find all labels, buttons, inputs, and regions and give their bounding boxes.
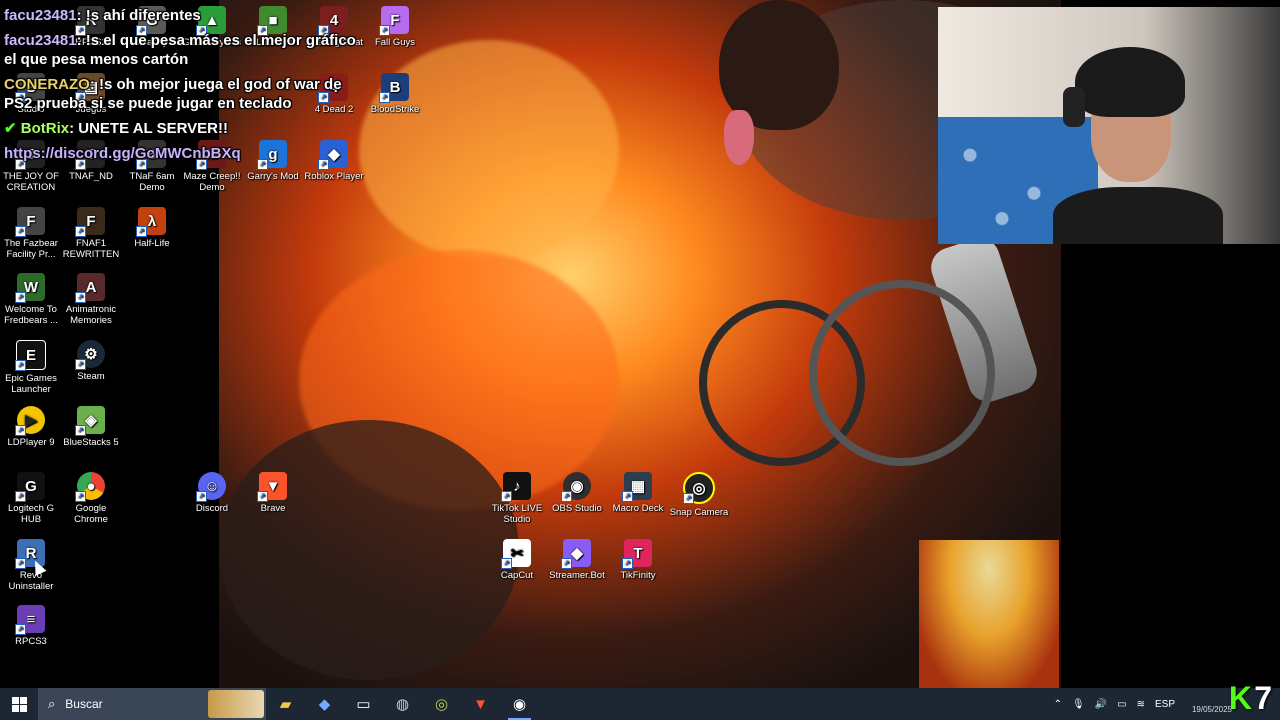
obs-icon: ◉ ↗ — [561, 472, 591, 502]
chat-message: facu23481: !s el que pesa más es el mejo… — [4, 32, 356, 68]
character-tongue — [724, 110, 754, 165]
desktop-icon-brave[interactable]: ▼ ↗ Brave — [242, 472, 304, 514]
taskbar-brave[interactable]: ▼ — [461, 688, 500, 720]
desktop-icon-rpcs3[interactable]: ≡ ↗ RPCS3 — [0, 605, 62, 647]
desktop-icon-tiktok-live[interactable]: ♪ ↗ TikTok LIVE Studio — [486, 472, 548, 525]
windows-icon — [11, 696, 27, 712]
desktop-icon-epic-games[interactable]: E ↗ Epic Games Launcher — [0, 340, 62, 395]
search-highlight-image — [208, 690, 264, 718]
taskbar-file-explorer[interactable]: ▰ — [266, 688, 305, 720]
fall-guys-icon: F ↗ — [379, 6, 409, 36]
desktop-icon-snap-camera[interactable]: ◎ ↗ Snap Camera — [668, 472, 730, 518]
taskbar: ⌕ Buscar ▰ ◆ ▭ ◍ ◎ ▼ ◉ ⌃ 🎙 🔊 ▭ ≋ ESP 19/… — [0, 680, 1280, 720]
desktop-icon-fazbear[interactable]: F ↗ The Fazbear Facility Pr... — [0, 207, 62, 260]
chevron-up-icon[interactable]: ⌃ — [1049, 699, 1067, 710]
fredbears-icon: W ↗ — [15, 273, 45, 303]
circle-icon: ◎ — [434, 696, 449, 713]
desktop-icon-streamer-bot[interactable]: ◆ ↗ Streamer.Bot — [546, 539, 608, 581]
taskbar-app-2[interactable]: ◍ — [383, 688, 422, 720]
desktop-icon-fnaf1[interactable]: F ↗ FNAF1 REWRITTEN — [60, 207, 122, 260]
fazbear-icon: F ↗ — [15, 207, 45, 237]
stream-chat-overlay: facu23481: !s ahí diferentes facu23481: … — [4, 6, 364, 169]
desktop-icon-tikfinity[interactable]: T ↗ TikFinity — [607, 539, 669, 581]
chat-link[interactable]: https://discord.gg/GcMWCnbBXq — [4, 144, 364, 163]
shield-icon: ◍ — [395, 696, 410, 713]
steam-icon: ⚙ ↗ — [75, 340, 105, 370]
macro-deck-icon: ▦ ↗ — [622, 472, 652, 502]
bot-badge-icon: ✔ — [4, 120, 21, 137]
discord-icon: ☺ ↗ — [196, 472, 226, 502]
microphone-icon[interactable]: 🎙 — [1067, 699, 1090, 710]
desktop-icon-obs[interactable]: ◉ ↗ OBS Studio — [546, 472, 608, 514]
streamer-bot-icon: ◆ — [318, 696, 331, 713]
tiktok-icon: ♪ ↗ — [501, 472, 531, 502]
overlay-number: 7 — [1254, 680, 1272, 716]
clock-date[interactable]: 19/05/2025 — [1192, 705, 1232, 714]
desktop-icon-capcut[interactable]: ✂ ↗ CapCut — [486, 539, 548, 581]
half-life-icon: λ ↗ — [136, 207, 166, 237]
logitech-icon: G ↗ — [15, 472, 45, 502]
bluestacks-icon: ◈ ↗ — [75, 406, 105, 436]
webcam-overlay — [938, 7, 1280, 244]
streamer-bot-icon: ◆ ↗ — [561, 539, 591, 569]
network-icon[interactable]: ▭ — [1112, 699, 1131, 710]
wifi-icon[interactable]: ≋ — [1132, 699, 1150, 710]
epic-games-icon: E ↗ — [15, 340, 46, 371]
bloodstrike-icon: B ↗ — [379, 73, 409, 103]
chrome-icon: ● ↗ — [75, 472, 105, 502]
desktop-icon-bluestacks[interactable]: ◈ ↗ BlueStacks 5 — [60, 406, 122, 448]
language-indicator[interactable]: ESP — [1150, 699, 1180, 710]
taskbar-streamer-bot[interactable]: ◆ — [305, 688, 344, 720]
desktop-icon-welcome-fredbears[interactable]: W ↗ Welcome To Fredbears ... — [0, 273, 62, 326]
folder-icon: ▰ — [279, 696, 292, 713]
rocket-flame — [919, 540, 1059, 688]
desktop-icon-discord[interactable]: ☺ ↗ Discord — [181, 472, 243, 514]
rpcs3-icon: ≡ ↗ — [15, 605, 45, 635]
taskbar-obs[interactable]: ◉ — [500, 688, 539, 720]
taskbar-app[interactable]: ▭ — [344, 688, 383, 720]
animatronic-icon: A ↗ — [75, 273, 105, 303]
brave-icon: ▼ ↗ — [257, 472, 287, 502]
obs-icon: ◉ — [512, 696, 527, 713]
ldplayer-icon: ▶ ↗ — [15, 406, 45, 436]
headset-icon — [1063, 87, 1085, 127]
tikfinity-icon: T ↗ — [622, 539, 652, 569]
desktop-icon-animatronic-memories[interactable]: A ↗ Animatronic Memories — [60, 273, 122, 326]
chat-message: CONERAZO: !s oh mejor juega el god of wa… — [4, 76, 342, 112]
chat-message: facu23481: !s ahí diferentes — [4, 7, 201, 24]
desktop-icon-chrome[interactable]: ● ↗ Google Chrome — [60, 472, 122, 525]
desktop-icon-macro-deck[interactable]: ▦ ↗ Macro Deck — [607, 472, 669, 514]
kick-logo: K — [1228, 680, 1252, 716]
streamer-person — [1053, 47, 1223, 244]
chat-message: ✔ BotRix: UNETE AL SERVER!! — [4, 120, 228, 137]
capcut-icon: ✂ ↗ — [501, 539, 531, 569]
volume-icon[interactable]: 🔊 — [1090, 699, 1112, 710]
desktop-icon-fall-guys[interactable]: F ↗ Fall Guys — [364, 6, 426, 48]
search-box[interactable]: ⌕ Buscar — [38, 688, 266, 720]
window-icon: ▭ — [356, 696, 371, 713]
desktop-icon-steam[interactable]: ⚙ ↗ Steam — [60, 340, 122, 382]
start-button[interactable] — [0, 688, 38, 720]
desktop-icon-ldplayer[interactable]: ▶ ↗ LDPlayer 9 — [0, 406, 62, 448]
search-icon: ⌕ — [48, 696, 56, 711]
desktop-icon-bloodstrike[interactable]: B ↗ BloodStrike — [364, 73, 426, 115]
taskbar-app-3[interactable]: ◎ — [422, 688, 461, 720]
desktop-icon-logitech[interactable]: G ↗ Logitech G HUB — [0, 472, 62, 525]
fnaf1-icon: F ↗ — [75, 207, 105, 237]
desktop-icon-half-life[interactable]: λ ↗ Half-Life — [121, 207, 183, 249]
snap-camera-icon: ◎ ↗ — [683, 472, 715, 504]
wheelchair-wheel-back — [809, 280, 995, 466]
brave-icon: ▼ — [473, 695, 488, 713]
